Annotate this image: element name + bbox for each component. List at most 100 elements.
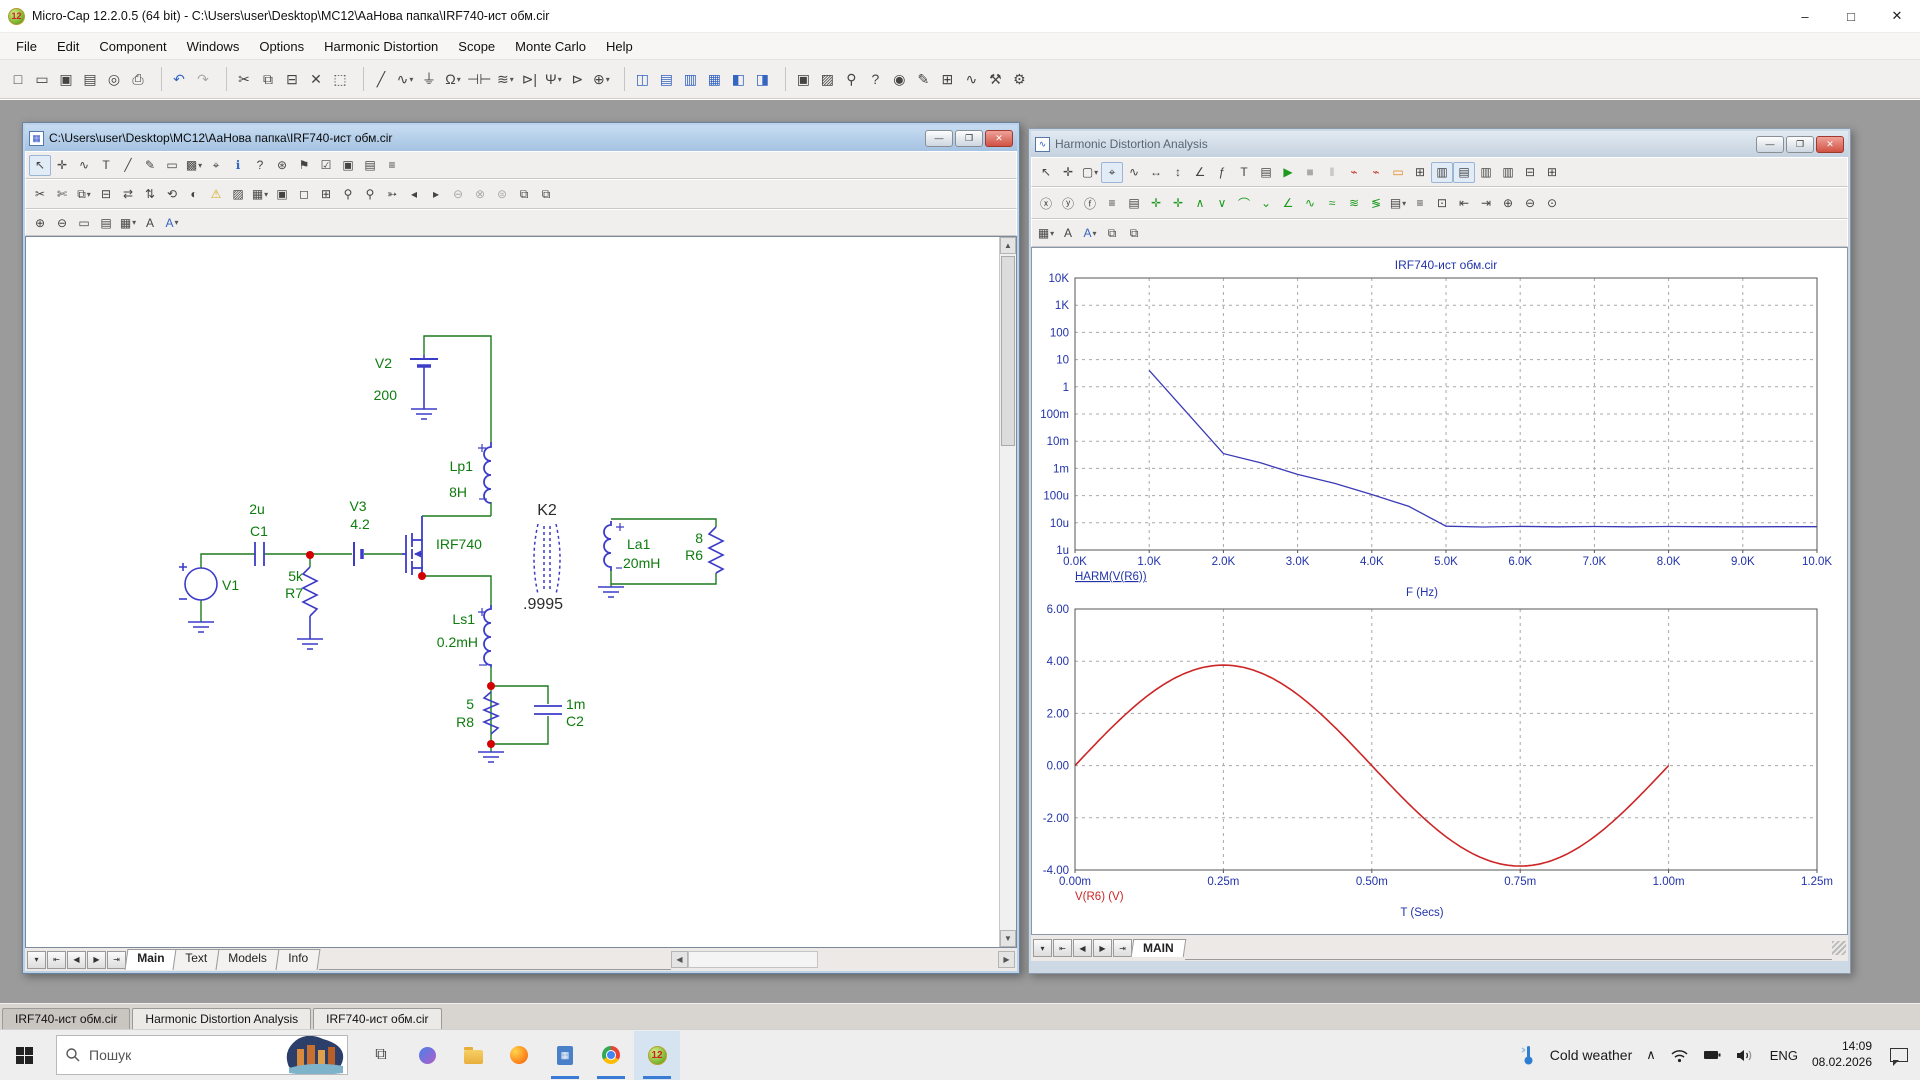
print-preview-icon[interactable]: ◎ bbox=[102, 67, 126, 91]
clip2-icon[interactable]: ✄ bbox=[51, 184, 73, 205]
tile-horizontal-icon[interactable]: ▤ bbox=[654, 67, 678, 91]
font-icon[interactable]: A bbox=[1057, 223, 1079, 244]
stacked-plots-icon[interactable]: ▤ bbox=[1453, 162, 1475, 183]
scroll-thumb[interactable] bbox=[1001, 256, 1015, 446]
y-axis-icon[interactable]: ⓨ bbox=[1057, 193, 1079, 214]
prev-page-button[interactable]: ◀ bbox=[1073, 939, 1092, 957]
search-highlight-image[interactable] bbox=[283, 1035, 347, 1075]
open-file-icon[interactable]: ▭ bbox=[30, 67, 54, 91]
c2-capacitor[interactable] bbox=[534, 706, 562, 714]
circuit-window-titlebar[interactable]: ▦ C:\Users\user\Desktop\MC12\АаНова папк… bbox=[25, 125, 1017, 151]
frame-icon[interactable]: ◻ bbox=[293, 184, 315, 205]
clear-icon[interactable]: ✕ bbox=[304, 67, 328, 91]
page-icon[interactable]: ▤ bbox=[95, 212, 117, 233]
r7-name[interactable]: R7 bbox=[285, 585, 303, 601]
shape-editor-icon[interactable]: ▨ bbox=[815, 67, 839, 91]
c2-name[interactable]: C2 bbox=[566, 713, 584, 729]
slope-icon[interactable]: ∠ bbox=[1277, 193, 1299, 214]
period-icon[interactable]: ≋ bbox=[1343, 193, 1365, 214]
preferences-icon[interactable]: ⚙ bbox=[1007, 67, 1031, 91]
plot-panel[interactable]: IRF740-ист обм.cir10K1K100101100m10m1m10… bbox=[1031, 247, 1848, 935]
zoom-100-icon[interactable]: ⊙ bbox=[1541, 193, 1563, 214]
limits-icon[interactable]: ▭ bbox=[1387, 162, 1409, 183]
k2-coupling[interactable] bbox=[534, 524, 560, 594]
mdi-tab-circuit[interactable]: IRF740-ист обм.cir bbox=[2, 1008, 130, 1029]
copy-box-icon[interactable]: ⧉ bbox=[73, 184, 95, 205]
start-button[interactable] bbox=[0, 1030, 48, 1081]
pause-icon[interactable]: ‖ bbox=[1321, 162, 1343, 183]
ground-icon[interactable]: ⏚ bbox=[417, 67, 441, 91]
c1-value[interactable]: 2u bbox=[249, 501, 265, 517]
peak-icon[interactable]: ∧ bbox=[1189, 193, 1211, 214]
prev-page-button[interactable]: ◀ bbox=[67, 951, 86, 969]
circuit-window[interactable]: ▦ C:\Users\user\Desktop\MC12\АаНова папк… bbox=[22, 122, 1020, 974]
pencil-icon[interactable]: ✎ bbox=[139, 155, 161, 176]
transistor-icon[interactable]: Ψ bbox=[541, 67, 565, 91]
text-icon[interactable]: T bbox=[1233, 162, 1255, 183]
analysis-close-button[interactable]: ✕ bbox=[1816, 136, 1844, 153]
scale-xy-icon[interactable]: ∠ bbox=[1189, 162, 1211, 183]
v3-value[interactable]: 4.2 bbox=[350, 516, 370, 532]
low-icon[interactable]: ⌄ bbox=[1255, 193, 1277, 214]
sheet-icon[interactable]: ▤ bbox=[359, 155, 381, 176]
r8-name[interactable]: R8 bbox=[456, 714, 474, 730]
vertical-scrollbar[interactable]: ▲ ▼ bbox=[999, 237, 1016, 947]
opamp-icon[interactable]: ⊳ bbox=[565, 67, 589, 91]
menu-item[interactable]: Windows bbox=[177, 35, 250, 58]
r7-value[interactable]: 5k bbox=[288, 568, 304, 584]
enable-icon[interactable]: ☑ bbox=[315, 155, 337, 176]
x-axis-icon[interactable]: ⓧ bbox=[1035, 193, 1057, 214]
goto-icon[interactable]: ➳ bbox=[381, 184, 403, 205]
probe-icon[interactable]: ⌖ bbox=[205, 155, 227, 176]
scroll-down-icon[interactable]: ▼ bbox=[1000, 930, 1016, 947]
child-minimize-button[interactable]: — bbox=[925, 130, 953, 147]
mdi-tab-analysis[interactable]: Harmonic Distortion Analysis bbox=[132, 1008, 311, 1029]
r6-value[interactable]: 8 bbox=[695, 530, 703, 546]
mc12-button[interactable]: 12 bbox=[634, 1031, 680, 1080]
close-button[interactable]: ✕ bbox=[1874, 0, 1920, 33]
ls1-value[interactable]: 0.2mH bbox=[437, 634, 478, 650]
clock[interactable]: 14:09 08.02.2026 bbox=[1812, 1039, 1872, 1070]
analysis-restore-button[interactable]: ❐ bbox=[1786, 136, 1814, 153]
lp1-inductor[interactable] bbox=[478, 442, 491, 503]
auto-scale-icon[interactable]: ⊞ bbox=[1409, 162, 1431, 183]
zoom-area-icon[interactable]: ▭ bbox=[73, 212, 95, 233]
analysis-minimize-button[interactable]: — bbox=[1756, 136, 1784, 153]
la1-value[interactable]: 20mH bbox=[623, 555, 660, 571]
note-icon[interactable]: ≡ bbox=[381, 155, 403, 176]
zoom-out-icon[interactable]: ⊖ bbox=[1519, 193, 1541, 214]
first-page-button[interactable]: ⇤ bbox=[47, 951, 66, 969]
volume-icon[interactable] bbox=[1736, 1048, 1756, 1063]
split-vertical-icon[interactable]: ◨ bbox=[750, 67, 774, 91]
v3-battery[interactable] bbox=[354, 542, 362, 566]
edit-icon[interactable]: ▤ bbox=[1123, 193, 1145, 214]
flip-y-icon[interactable]: ⇅ bbox=[139, 184, 161, 205]
maximize-button[interactable]: □ bbox=[1828, 0, 1874, 33]
undo-icon[interactable]: ↶ bbox=[167, 67, 191, 91]
v3-name[interactable]: V3 bbox=[349, 498, 366, 514]
zero-crossing-icon[interactable]: ∿ bbox=[1299, 193, 1321, 214]
battery-icon[interactable] bbox=[1703, 1048, 1722, 1062]
notification-icon[interactable] bbox=[1890, 1048, 1908, 1062]
list-icon[interactable]: ≡ bbox=[1409, 193, 1431, 214]
animate-icon[interactable]: ◉ bbox=[887, 67, 911, 91]
flip-x-icon[interactable]: ⇄ bbox=[117, 184, 139, 205]
array-icon[interactable]: ⊞ bbox=[315, 184, 337, 205]
next-page-button[interactable]: ▶ bbox=[87, 951, 106, 969]
k2-value[interactable]: .9995 bbox=[523, 596, 563, 613]
new-file-icon[interactable]: □ bbox=[6, 67, 30, 91]
find-icon[interactable]: ⚲ bbox=[337, 184, 359, 205]
rotate-icon[interactable]: ⟲ bbox=[161, 184, 183, 205]
hscroll-left-icon[interactable]: ◀ bbox=[671, 951, 688, 968]
la1-name[interactable]: La1 bbox=[627, 536, 651, 552]
copy-front-icon[interactable]: ⧉ bbox=[1101, 223, 1123, 244]
numeric-output-icon[interactable]: ⊡ bbox=[1431, 193, 1453, 214]
zoom-in-icon[interactable]: ⊕ bbox=[1497, 193, 1519, 214]
inductor-icon[interactable]: ≋ bbox=[493, 67, 517, 91]
plot-pages-icon[interactable]: ▥ bbox=[1497, 162, 1519, 183]
irf740-mosfet[interactable] bbox=[402, 516, 422, 576]
minimize-button[interactable]: – bbox=[1782, 0, 1828, 33]
flag-icon[interactable]: ⚑ bbox=[293, 155, 315, 176]
menu-item[interactable]: Harmonic Distortion bbox=[314, 35, 448, 58]
scroll-up-icon[interactable]: ▲ bbox=[1000, 237, 1016, 254]
